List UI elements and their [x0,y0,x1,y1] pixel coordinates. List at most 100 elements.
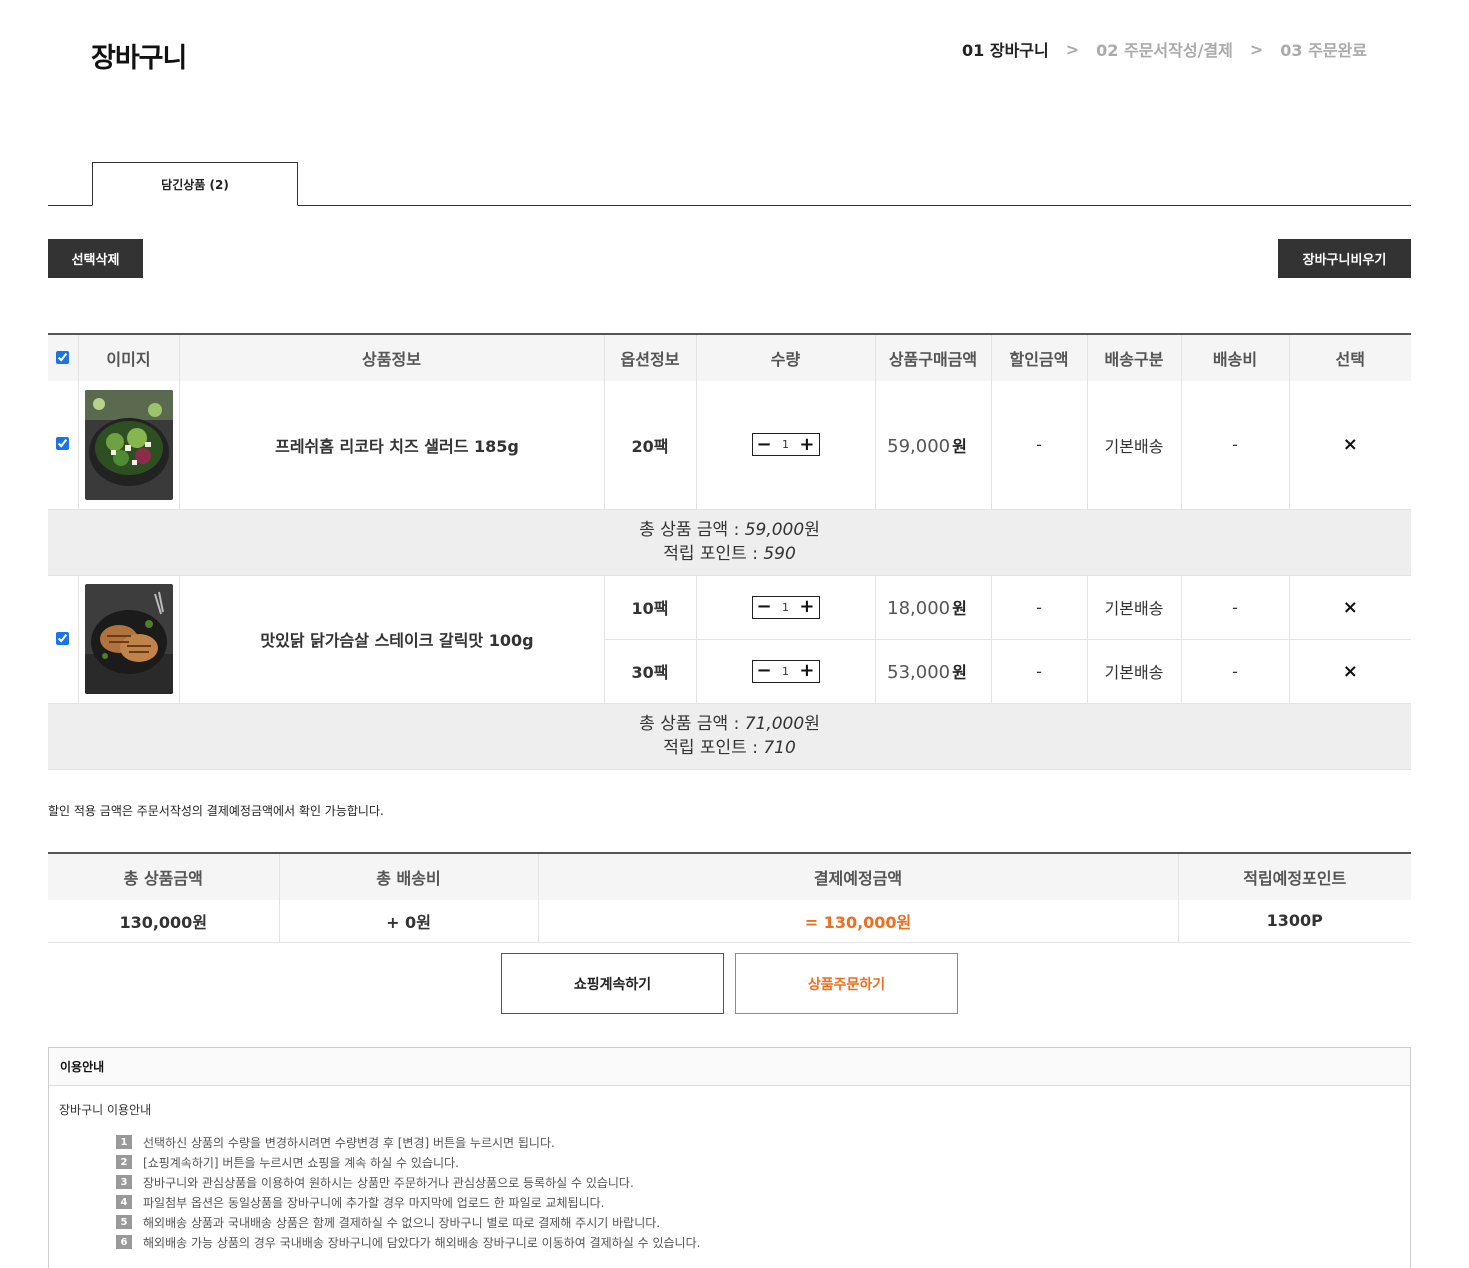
group-total-label: 총 상품 금액 : [639,714,745,734]
qty-cell: − 1 + [696,575,876,640]
guide-list: 1 선택하신 상품의 수량을 변경하시려면 수량변경 후 [변경] 버튼을 누르시… [116,1132,700,1252]
totals-value-row: 130,000원 + 0원 = 130,000원 1300P [48,900,1411,943]
remove-cell: × [1289,575,1411,640]
plus-icon[interactable]: + [799,662,814,680]
order-button[interactable]: 상품주문하기 [735,953,958,1014]
group-summary-cell: 총 상품 금액 : 59,000원 적립 포인트 : 590 [48,509,1411,576]
group-points-label: 적립 포인트 : [663,544,764,564]
list-item: 5 해외배송 상품과 국내배송 상품은 함께 결제하실 수 없으니 장바구니 별로… [116,1212,700,1232]
col-header-option: 옵션정보 [604,334,697,381]
select-all-checkbox[interactable] [56,350,70,364]
number-badge: 2 [116,1155,132,1169]
guide-text: 선택하신 상품의 수량을 변경하시려면 수량변경 후 [변경] 버튼을 누르시면… [143,1135,555,1150]
col-header-image: 이미지 [78,334,180,381]
step-complete: 03 주문완료 [1280,41,1367,60]
currency-label: 원 [952,436,967,456]
row-checkbox[interactable] [56,631,70,645]
col-header-product: 상품정보 [179,334,605,381]
col-header-discount: 할인금액 [991,334,1088,381]
group-points: 적립 포인트 : 590 [48,542,1411,566]
number-badge: 3 [116,1175,132,1189]
step-cart: 01 장바구니 [962,41,1049,60]
minus-icon[interactable]: − [757,662,772,680]
list-item: 2 [쇼핑계속하기] 버튼을 누르시면 쇼핑을 계속 하실 수 있습니다. [116,1152,700,1172]
discount-value: - [991,381,1088,510]
step-separator: > [1065,39,1080,59]
plus-icon[interactable]: + [799,598,814,616]
header-shipping-total: 총 배송비 [279,853,539,900]
plus-icon[interactable]: + [799,435,814,454]
group-total-value: 59,000 [744,520,805,540]
continue-shopping-button[interactable]: 쇼핑계속하기 [501,953,724,1014]
delivery-type: 기본배송 [1087,381,1182,510]
close-icon[interactable]: × [1343,434,1358,455]
guide-text: 파일첨부 옵션은 동일상품을 장바구니에 추가할 경우 마지막에 업로드 한 파… [143,1195,605,1210]
number-badge: 1 [116,1135,132,1149]
product-name[interactable]: 프레쉬홈 리코타 치즈 샐러드 185g [179,381,605,510]
currency-label: 원 [952,599,967,618]
step-checkout: 02 주문서작성/결제 [1096,41,1233,60]
group-points-value: 590 [763,544,796,564]
delivery-type: 기본배송 [1087,575,1182,640]
tab-bar: 담긴상품 (2) [48,162,1411,206]
product-name[interactable]: 맛있닭 닭가슴살 스테이크 갈릭맛 100g [179,575,605,704]
quantity-stepper: − 1 + [751,433,820,457]
list-item: 4 파일첨부 옵션은 동일상품을 장바구니에 추가할 경우 마지막에 업로드 한 … [116,1192,700,1212]
totals-header-row: 총 상품금액 총 배송비 결제예정금액 적립예정포인트 [48,853,1411,900]
qty-cell: − 1 + [696,381,876,510]
delivery-fee: - [1181,381,1290,510]
guide-text: 해외배송 가능 상품의 경우 국내배송 장바구니에 담았다가 해외배송 장바구니… [143,1235,701,1250]
close-icon[interactable]: × [1343,597,1358,618]
col-header-qty: 수량 [696,334,876,381]
delete-selected-button[interactable]: 선택삭제 [48,239,143,278]
close-icon[interactable]: × [1343,661,1358,682]
remove-cell: × [1289,381,1411,510]
price-cell: 59,000 원 [875,381,992,510]
number-badge: 5 [116,1215,132,1229]
select-all-cell [48,334,79,381]
minus-icon[interactable]: − [757,598,772,616]
guide-text: [쇼핑계속하기] 버튼을 누르시면 쇼핑을 계속 하실 수 있습니다. [143,1155,459,1170]
chicken-steak-photo[interactable] [84,584,173,694]
group-points-label: 적립 포인트 : [663,738,764,758]
group-total-unit: 원 [804,714,820,734]
product-image-cell [78,575,180,704]
group-summary: 총 상품 금액 : 71,000원 적립 포인트 : 710 [48,703,1411,770]
quantity-value[interactable]: 1 [782,601,789,614]
table-row: 프레쉬홈 리코타 치즈 샐러드 185g 20팩 − 1 + 59,000 원 -… [48,381,1411,510]
col-header-select: 선택 [1289,334,1411,381]
header-product-total: 총 상품금액 [48,853,280,900]
header-points-total: 적립예정포인트 [1178,853,1411,900]
product-total-value: 130,000원 [48,900,280,943]
discount-notice: 할인 적용 금액은 주문서작성의 결제예정금액에서 확인 가능합니다. [48,804,384,818]
quantity-value[interactable]: 1 [782,438,789,451]
step-separator: > [1249,39,1264,59]
group-total-unit: 원 [804,520,820,540]
guide-subtitle: 장바구니 이용안내 [59,1103,152,1117]
product-image-cell [78,381,180,510]
tab-cart-items[interactable]: 담긴상품 (2) [92,162,298,206]
price-cell: 18,000 원 [875,575,992,640]
remove-cell: × [1289,639,1411,704]
group-total-label: 총 상품 금액 : [639,520,745,540]
price-value: 18,000 [887,598,951,619]
group-total: 총 상품 금액 : 71,000원 [48,712,1411,736]
shipping-total-value: + 0원 [279,900,539,943]
page-title: 장바구니 [91,43,187,74]
empty-cart-button[interactable]: 장바구니비우기 [1278,239,1411,278]
row-checkbox[interactable] [56,437,70,451]
guide-text: 해외배송 상품과 국내배송 상품은 함께 결제하실 수 없으니 장바구니 별로 … [143,1215,661,1230]
group-summary-cell: 총 상품 금액 : 71,000원 적립 포인트 : 710 [48,703,1411,770]
salad-photo[interactable] [84,389,173,500]
group-summary: 총 상품 금액 : 59,000원 적립 포인트 : 590 [48,509,1411,576]
minus-icon[interactable]: − [757,435,772,454]
list-item: 6 해외배송 가능 상품의 경우 국내배송 장바구니에 담았다가 해외배송 장바구… [116,1232,700,1252]
quantity-stepper: − 1 + [751,659,820,683]
option-label: 10팩 [604,575,697,640]
price-cell: 53,000 원 [875,639,992,704]
col-header-delivery-type: 배송구분 [1087,334,1182,381]
price-value: 53,000 [887,662,951,683]
currency-label: 원 [952,663,967,682]
list-item: 3 장바구니와 관심상품을 이용하여 원하시는 상품만 주문하거나 관심상품으로 … [116,1172,700,1192]
quantity-value[interactable]: 1 [782,665,789,678]
